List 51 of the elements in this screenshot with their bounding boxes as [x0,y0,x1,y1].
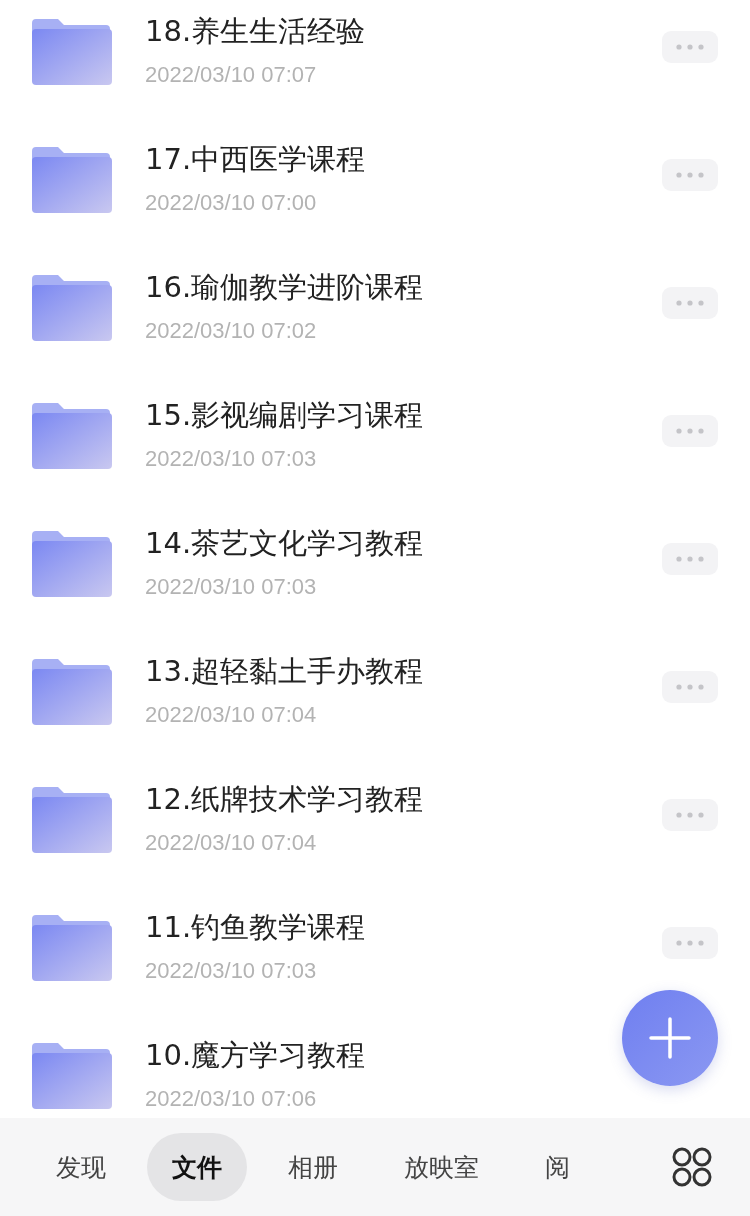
more-button[interactable] [662,31,718,63]
more-icon [675,812,705,818]
nav-tab[interactable]: 文件 [147,1133,247,1201]
more-icon [675,172,705,178]
folder-name: 13.超轻黏土手办教程 [145,653,425,690]
folder-name: 14.茶艺文化学习教程 [145,525,425,562]
modified-date: 2022/03/10 07:04 [145,702,318,728]
more-icon [675,44,705,50]
plus-icon [648,1016,692,1060]
modified-date: 2022/03/10 07:03 [145,446,318,472]
more-button[interactable] [662,799,718,831]
more-button[interactable] [662,287,718,319]
modified-date: 2022/03/10 07:03 [145,574,318,600]
folder-icon [32,403,112,469]
more-apps-icon[interactable] [672,1147,712,1187]
nav-tab[interactable]: 阅 [520,1133,595,1201]
add-button[interactable] [622,990,718,1086]
folder-name: 10.魔方学习教程 [145,1037,367,1074]
folder-icon [32,19,112,85]
folder-name: 18.养生生活经验 [145,13,367,50]
more-button[interactable] [662,927,718,959]
folder-name: 11.钓鱼教学课程 [145,909,367,946]
folder-icon [32,659,112,725]
more-button[interactable] [662,543,718,575]
modified-date: 2022/03/10 07:07 [145,62,318,88]
more-icon [675,428,705,434]
folder-icon [32,787,112,853]
folder-icon [32,1043,112,1109]
folder-icon [32,275,112,341]
nav-tab[interactable]: 放映室 [379,1133,504,1201]
modified-date: 2022/03/10 07:00 [145,190,318,216]
more-icon [675,556,705,562]
modified-date: 2022/03/10 07:03 [145,958,318,984]
folder-name: 12.纸牌技术学习教程 [145,781,425,818]
more-icon [675,940,705,946]
modified-date: 2022/03/10 07:04 [145,830,318,856]
nav-tab[interactable]: 相册 [263,1133,363,1201]
more-button[interactable] [662,159,718,191]
more-button[interactable] [662,671,718,703]
folder-name: 17.中西医学课程 [145,141,367,178]
folder-icon [32,915,112,981]
more-icon [675,684,705,690]
modified-date: 2022/03/10 07:06 [145,1086,318,1112]
nav-tab[interactable]: 发现 [31,1133,131,1201]
more-icon [675,300,705,306]
modified-date: 2022/03/10 07:02 [145,318,318,344]
folder-name: 15.影视编剧学习课程 [145,397,425,434]
folder-icon [32,531,112,597]
folder-icon [32,147,112,213]
folder-name: 16.瑜伽教学进阶课程 [145,269,425,306]
more-button[interactable] [662,415,718,447]
